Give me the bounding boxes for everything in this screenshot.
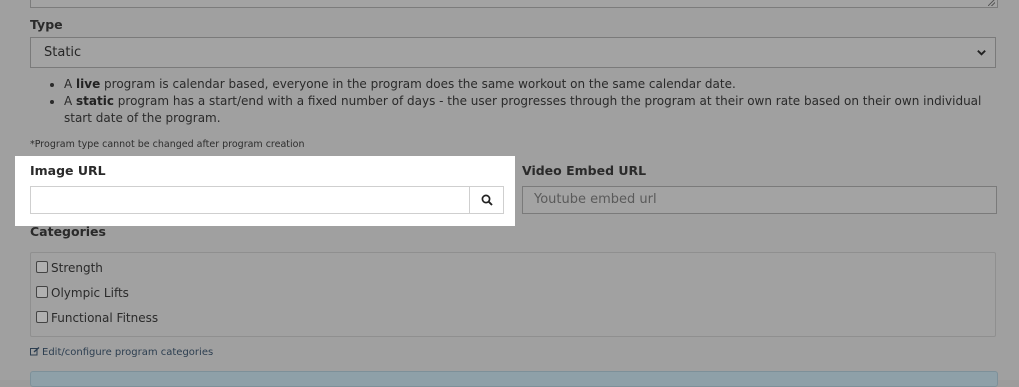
type-select-value: Static bbox=[44, 45, 82, 60]
video-embed-label: Video Embed URL bbox=[522, 163, 647, 178]
resize-grip-icon[interactable] bbox=[988, 0, 995, 6]
categories-box bbox=[30, 252, 996, 337]
description-textarea[interactable] bbox=[30, 0, 998, 8]
video-embed-placeholder: Youtube embed url bbox=[534, 192, 657, 207]
categories-label: Categories bbox=[30, 224, 106, 239]
info-alert bbox=[30, 371, 998, 387]
static-word: static bbox=[76, 94, 114, 108]
image-search-button[interactable] bbox=[469, 186, 504, 214]
checkbox[interactable] bbox=[36, 311, 48, 323]
live-word: live bbox=[76, 77, 101, 91]
category-item-strength[interactable]: Strength bbox=[36, 261, 103, 275]
chevron-down-icon bbox=[977, 50, 986, 56]
search-icon bbox=[481, 194, 493, 206]
checkbox[interactable] bbox=[36, 261, 48, 273]
image-url-input[interactable] bbox=[30, 186, 470, 214]
type-notes-list: A live program is calendar based, everyo… bbox=[30, 76, 1004, 127]
checkbox[interactable] bbox=[36, 286, 48, 298]
type-select[interactable]: Static bbox=[30, 37, 996, 68]
type-warning-note: *Program type cannot be changed after pr… bbox=[30, 139, 305, 150]
image-url-label: Image URL bbox=[30, 163, 106, 178]
edit-icon bbox=[30, 346, 40, 356]
category-item-olympic-lifts[interactable]: Olympic Lifts bbox=[36, 286, 129, 300]
live-note: A live program is calendar based, everyo… bbox=[64, 76, 1004, 93]
edit-categories-link[interactable]: Edit/configure program categories bbox=[30, 346, 213, 358]
type-label: Type bbox=[30, 17, 63, 32]
static-note: A static program has a start/end with a … bbox=[64, 93, 1004, 127]
category-item-functional-fitness[interactable]: Functional Fitness bbox=[36, 311, 158, 325]
video-embed-input[interactable]: Youtube embed url bbox=[522, 186, 997, 214]
